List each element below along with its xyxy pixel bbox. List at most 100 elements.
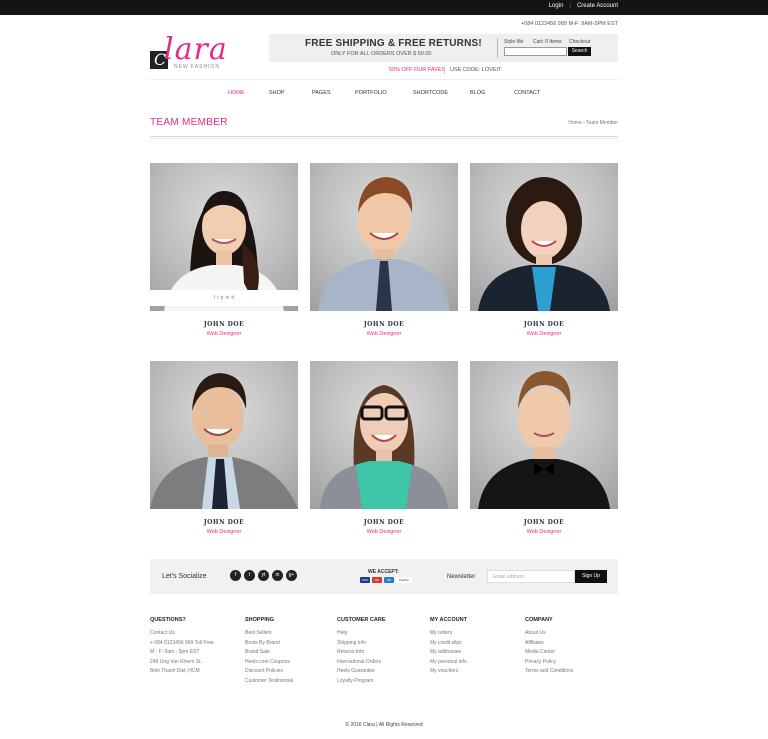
member-photo: [150, 361, 298, 509]
login-link[interactable]: Login: [549, 3, 564, 9]
footer-link[interactable]: My credit slips: [430, 639, 520, 649]
facebook-icon[interactable]: f: [230, 570, 241, 581]
member-photo: [310, 361, 458, 509]
footer-text: + 084 0123456 999 Toll Free: [150, 639, 214, 646]
socialize-label: Let's Socialize: [162, 573, 207, 580]
logo-tagline: NEW FASHION: [174, 64, 221, 70]
footer-link[interactable]: Loyalty Program: [337, 677, 427, 687]
cart-link[interactable]: Cart: 0 Items: [533, 39, 562, 45]
footer-link[interactable]: Best Sellers: [245, 629, 335, 639]
footer-link[interactable]: Shipping Info: [337, 639, 427, 649]
footer-link[interactable]: My personal info: [430, 658, 520, 668]
footer-link[interactable]: Heels.com Coupons: [245, 658, 335, 668]
offer-faves[interactable]: 50% OFF OUR FAVES: [389, 67, 445, 73]
footer-link[interactable]: Terms and Conditions: [525, 667, 615, 677]
instagram-icon[interactable]: in: [272, 570, 283, 581]
member-name: JOHN DOE: [203, 519, 245, 526]
footer-link[interactable]: Media Center: [525, 648, 615, 658]
footer-column-shopping: SHOPPING Best Sellers Boots By Brand Bra…: [245, 617, 335, 687]
footer-link[interactable]: Discount Policies: [245, 667, 335, 677]
footer-column-company: COMPANY About Us Affiliates Media Center…: [525, 617, 615, 677]
page-title: TEAM MEMBER: [150, 117, 228, 128]
nav-shop[interactable]: SHOP: [269, 90, 285, 96]
footer-column-questions: QUESTIONS? Contact Us + 084 0123456 999 …: [150, 617, 240, 677]
nav-pages[interactable]: PAGES: [312, 90, 331, 96]
youtube-icon[interactable]: yt: [258, 570, 269, 581]
footer-link[interactable]: Boots By Brand: [245, 639, 335, 649]
footer-heading: MY ACCOUNT: [430, 617, 467, 623]
footer-link[interactable]: Brand Sale: [245, 648, 335, 658]
nav-contact[interactable]: CONTACT: [514, 90, 540, 96]
link-separator: |: [569, 3, 571, 9]
twitter-icon[interactable]: t: [244, 570, 255, 581]
portrait-man-icon: [318, 177, 450, 311]
member-social-strip: f t p in d: [150, 290, 298, 306]
member-photo: f t p in d: [150, 163, 298, 311]
offer-divider: [444, 67, 445, 74]
footer-heading: QUESTIONS?: [150, 617, 186, 623]
promo-subline: ONLY FOR ALL ORDERS OVER $ 50.00: [331, 51, 432, 57]
search-button[interactable]: Search: [568, 47, 591, 56]
google-plus-icon[interactable]: g+: [286, 570, 297, 581]
portrait-man-icon: [478, 371, 610, 509]
footer-link[interactable]: Customer Testimonial: [245, 677, 335, 687]
breadcrumb: Home › Team Member: [568, 120, 618, 126]
footer-link[interactable]: My vouchers: [430, 667, 520, 677]
visa-icon: VISA: [360, 577, 370, 583]
footer-link[interactable]: My addresses: [430, 648, 520, 658]
linkedin-icon[interactable]: in: [225, 295, 229, 301]
newsletter-email-input[interactable]: Email address: [487, 570, 575, 583]
nav-blog[interactable]: BLOG: [470, 90, 485, 96]
account-links: Login | Create Account: [549, 3, 618, 9]
member-name: JOHN DOE: [523, 321, 565, 328]
twitter-icon[interactable]: t: [217, 295, 218, 301]
member-role: Web Designer: [206, 331, 242, 337]
create-account-link[interactable]: Create Account: [577, 3, 618, 9]
nav-shortcode[interactable]: SHORTCODE: [413, 90, 448, 96]
pinterest-icon[interactable]: p: [221, 295, 224, 301]
payment-cards: VISA MC AE PayPal: [360, 577, 412, 583]
member-photo: [310, 163, 458, 311]
footer-link[interactable]: Heels Guarantee: [337, 667, 427, 677]
portrait-woman-icon: [164, 191, 284, 311]
member-name: JOHN DOE: [363, 519, 405, 526]
member-photo: [470, 163, 618, 311]
title-divider: [150, 136, 618, 139]
style-me-link[interactable]: Style Me: [504, 39, 523, 45]
footer-link[interactable]: Returns Info: [337, 648, 427, 658]
social-icons: f t yt in g+: [230, 570, 297, 581]
footer-link[interactable]: International Orders: [337, 658, 427, 668]
footer-link[interactable]: Contact Us: [150, 629, 240, 639]
footer-link[interactable]: Privacy Policy: [525, 658, 615, 668]
footer-text: 249 Ung Van Khiem St.: [150, 658, 202, 665]
member-name: JOHN DOE: [363, 321, 405, 328]
footer-link[interactable]: Affiliates: [525, 639, 615, 649]
breadcrumb-home[interactable]: Home: [568, 120, 581, 126]
portrait-man-icon: [150, 373, 298, 509]
member-role: Web Designer: [526, 529, 562, 535]
member-role: Web Designer: [206, 529, 242, 535]
footer-column-my-account: MY ACCOUNT My orders My credit slips My …: [430, 617, 520, 677]
signup-button[interactable]: Sign Up: [575, 570, 607, 583]
footer-link[interactable]: Help: [337, 629, 427, 639]
footer-link[interactable]: My orders: [430, 629, 520, 639]
amex-icon: AE: [384, 577, 394, 583]
site-logo[interactable]: C lara NEW FASHION: [150, 33, 242, 73]
dribbble-icon[interactable]: d: [231, 295, 234, 301]
checkout-link[interactable]: Checkout: [569, 39, 590, 45]
footer-heading: SHOPPING: [245, 617, 275, 623]
footer-column-customer-care: CUSTOMER CARE Help Shipping Info Returns…: [337, 617, 427, 687]
promo-divider: [497, 38, 498, 58]
portrait-woman-icon: [478, 177, 610, 311]
footer-text: Binh Thanh Dist, HCM: [150, 668, 200, 675]
mastercard-icon: MC: [372, 577, 382, 583]
offer-code: USE CODE: LOVEIT: [450, 67, 502, 73]
nav-home[interactable]: HOME: [228, 90, 245, 96]
footer-link[interactable]: About Us: [525, 629, 615, 639]
member-name: JOHN DOE: [523, 519, 565, 526]
nav-portfolio[interactable]: PORTFOLIO: [355, 90, 387, 96]
member-role: Web Designer: [366, 331, 402, 337]
portrait-woman-icon: [320, 385, 448, 509]
facebook-icon[interactable]: f: [214, 295, 215, 301]
search-input[interactable]: [504, 47, 567, 56]
